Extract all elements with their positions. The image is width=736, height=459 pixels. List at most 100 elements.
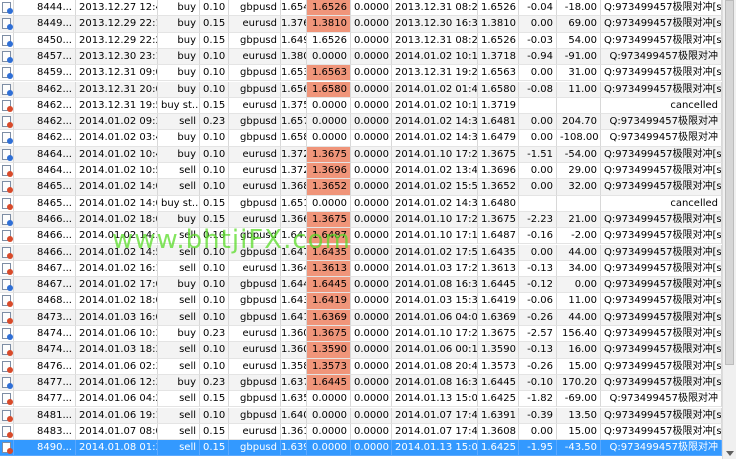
close-price-cell: 1.6487 bbox=[478, 228, 519, 245]
table-row[interactable]: 8477...2014.01.06 12:33buy0.23gbpusd1.63… bbox=[0, 374, 722, 392]
profit-cell: 31.00 bbox=[557, 65, 601, 82]
size-cell: 0.10 bbox=[200, 277, 229, 294]
stop-loss-cell: 1.3613 bbox=[307, 260, 351, 278]
size-cell: 0.15 bbox=[200, 211, 229, 229]
commission-cell: -0.13 bbox=[519, 342, 557, 359]
icon-cell bbox=[0, 326, 14, 343]
symbol-cell: eurusd bbox=[229, 163, 281, 180]
table-row[interactable]: 8462...2014.01.02 09:39sell0.23gbpusd1.6… bbox=[0, 114, 722, 131]
scroll-down-arrow-icon[interactable] bbox=[726, 451, 734, 456]
price-cell: 1.3684 bbox=[281, 179, 307, 196]
close-time-cell: 2014.01.08 16:35 bbox=[392, 374, 478, 392]
table-row[interactable]: 8444...2013.12.27 12:44buy0.10gbpusd1.65… bbox=[0, 0, 722, 17]
table-row[interactable]: 8481...2014.01.06 19:15sell0.10gbpusd1.6… bbox=[0, 407, 722, 424]
close-price-cell: 1.3590 bbox=[478, 342, 519, 359]
symbol-cell: eurusd bbox=[229, 16, 281, 33]
ticket-cell: 8466... bbox=[14, 211, 76, 229]
comment-cell: Q:973499457极限对冲[sl] bbox=[601, 309, 722, 326]
symbol-cell: eurusd bbox=[229, 423, 281, 441]
commission-cell: 0.00 bbox=[519, 179, 557, 196]
ticket-cell: 8465... bbox=[14, 179, 76, 196]
ticket-cell: 8464... bbox=[14, 163, 76, 180]
take-profit-cell: 0.0000 bbox=[351, 130, 392, 147]
ticket-cell: 8483... bbox=[14, 423, 76, 441]
profit-cell: 44.00 bbox=[557, 309, 601, 326]
scrollbar-thumb[interactable] bbox=[725, 0, 734, 365]
table-row[interactable]: 8466...2014.01.02 14:55sell0.10gbpusd1.6… bbox=[0, 244, 722, 261]
table-row-selected[interactable]: 8490...2014.01.08 01:38sell0.15gbpusd1.6… bbox=[0, 440, 722, 457]
open-time-cell: 2014.01.02 16:17 bbox=[76, 260, 158, 278]
comment-cell: Q:973499457极限对冲[sl] bbox=[601, 65, 722, 82]
ticket-cell: 8464... bbox=[14, 146, 76, 163]
table-row[interactable]: 8465...2014.01.02 14:01sell0.10eurusd1.3… bbox=[0, 179, 722, 196]
table-row[interactable]: 8467...2014.01.02 16:17sell0.10eurusd1.3… bbox=[0, 260, 722, 278]
table-row[interactable]: 8464...2014.01.02 10:51sell0.10eurusd1.3… bbox=[0, 163, 722, 180]
table-row[interactable]: 8467...2014.01.02 17:07buy0.10gbpusd1.64… bbox=[0, 277, 722, 294]
symbol-cell: gbpusd bbox=[229, 65, 281, 82]
close-time-cell: 2014.01.10 17:28 bbox=[392, 146, 478, 163]
close-time-cell: 2014.01.07 17:44 bbox=[392, 407, 478, 424]
symbol-cell: eurusd bbox=[229, 48, 281, 66]
take-profit-cell: 0.0000 bbox=[351, 16, 392, 33]
table-row[interactable]: 8476...2014.01.06 02:38sell0.10eurusd1.3… bbox=[0, 358, 722, 375]
table-row[interactable]: 8459...2013.12.31 09:03buy0.10gbpusd1.65… bbox=[0, 65, 722, 82]
price-cell: 1.6371 bbox=[281, 374, 307, 392]
table-row[interactable]: 8462...2013.12.31 20:02buy0.10gbpusd1.65… bbox=[0, 81, 722, 98]
stop-loss-cell: 1.6526 bbox=[307, 0, 351, 17]
stop-loss-cell: 1.6369 bbox=[307, 309, 351, 326]
table-row[interactable]: 8462...2014.01.02 03:40buy0.10gbpusd1.65… bbox=[0, 130, 722, 147]
table-row[interactable]: 8466...2014.01.02 18:06buy0.15eurusd1.36… bbox=[0, 211, 722, 229]
open-time-cell: 2014.01.02 14:01 bbox=[76, 179, 158, 196]
comment-cell: Q:973499457极限对冲[sl] bbox=[601, 342, 722, 359]
vertical-scrollbar[interactable] bbox=[722, 0, 736, 459]
commission-cell: -2.57 bbox=[519, 326, 557, 343]
profit-cell bbox=[557, 97, 601, 115]
type-cell: buy bbox=[158, 0, 200, 17]
type-cell: sell bbox=[158, 228, 200, 245]
size-cell: 0.10 bbox=[200, 342, 229, 359]
comment-cell: Q:973499457极限对冲[sl] bbox=[601, 146, 722, 163]
close-time-cell: 2013.12.30 16:30 bbox=[392, 16, 478, 33]
type-cell: sell bbox=[158, 440, 200, 457]
commission-cell: 0.00 bbox=[519, 244, 557, 261]
icon-cell bbox=[0, 407, 14, 424]
table-row[interactable]: 8464...2014.01.02 10:40buy0.10eurusd1.37… bbox=[0, 146, 722, 163]
close-price-cell: 1.6445 bbox=[478, 277, 519, 294]
profit-cell: 156.40 bbox=[557, 326, 601, 343]
table-row[interactable]: 8483...2014.01.07 08:07sell0.15eurusd1.3… bbox=[0, 423, 722, 441]
take-profit-cell: 0.0000 bbox=[351, 374, 392, 392]
close-price-cell: 1.3652 bbox=[478, 179, 519, 196]
sell-order-icon bbox=[2, 409, 13, 422]
type-cell: buy bbox=[158, 211, 200, 229]
buy-order-icon bbox=[2, 83, 13, 96]
open-time-cell: 2013.12.29 22:21 bbox=[76, 32, 158, 49]
comment-cell: Q:973499457极限对冲 bbox=[601, 130, 722, 147]
type-cell: sell bbox=[158, 114, 200, 131]
table-row[interactable]: 8462...2013.12.31 19:59buy st...0.15euru… bbox=[0, 97, 722, 115]
table-row[interactable]: 8474...2014.01.03 18:30sell0.10eurusd1.3… bbox=[0, 342, 722, 359]
take-profit-cell: 0.0000 bbox=[351, 342, 392, 359]
price-cell: 1.6430 bbox=[281, 293, 307, 310]
table-row[interactable]: 8474...2014.01.06 10:36buy0.23eurusd1.36… bbox=[0, 326, 722, 343]
table-row[interactable]: 8473...2014.01.03 16:00sell0.10gbpusd1.6… bbox=[0, 309, 722, 326]
profit-cell: 21.00 bbox=[557, 211, 601, 229]
table-row[interactable]: 8450...2013.12.29 22:21buy0.15gbpusd1.64… bbox=[0, 32, 722, 49]
commission-cell: -0.04 bbox=[519, 0, 557, 17]
table-row[interactable]: 8449...2013.12.29 22:16buy0.15eurusd1.37… bbox=[0, 16, 722, 33]
table-row[interactable]: 8466...2014.01.02 14:32sell0.10gbpusd1.6… bbox=[0, 228, 722, 245]
size-cell: 0.23 bbox=[200, 326, 229, 343]
close-price-cell: 1.6435 bbox=[478, 244, 519, 261]
table-row[interactable]: 8457...2013.12.30 23:15buy0.10eurusd1.38… bbox=[0, 48, 722, 66]
table-row[interactable]: 8465...2014.01.02 14:00buy st...0.15gbpu… bbox=[0, 195, 722, 212]
sell-order-icon bbox=[2, 393, 13, 406]
table-row[interactable]: 8477...2014.01.06 04:21sell0.15gbpusd1.6… bbox=[0, 391, 722, 408]
open-time-cell: 2014.01.02 14:55 bbox=[76, 244, 158, 261]
commission-cell: 0.00 bbox=[519, 65, 557, 82]
commission-cell: 0.00 bbox=[519, 130, 557, 147]
size-cell: 0.10 bbox=[200, 358, 229, 375]
close-price-cell: 1.6563 bbox=[478, 65, 519, 82]
open-time-cell: 2014.01.03 18:30 bbox=[76, 342, 158, 359]
close-time-cell: 2014.01.03 17:21 bbox=[392, 260, 478, 278]
table-row[interactable]: 8468...2014.01.02 18:05sell0.10gbpusd1.6… bbox=[0, 293, 722, 310]
sell-order-icon bbox=[2, 262, 13, 275]
